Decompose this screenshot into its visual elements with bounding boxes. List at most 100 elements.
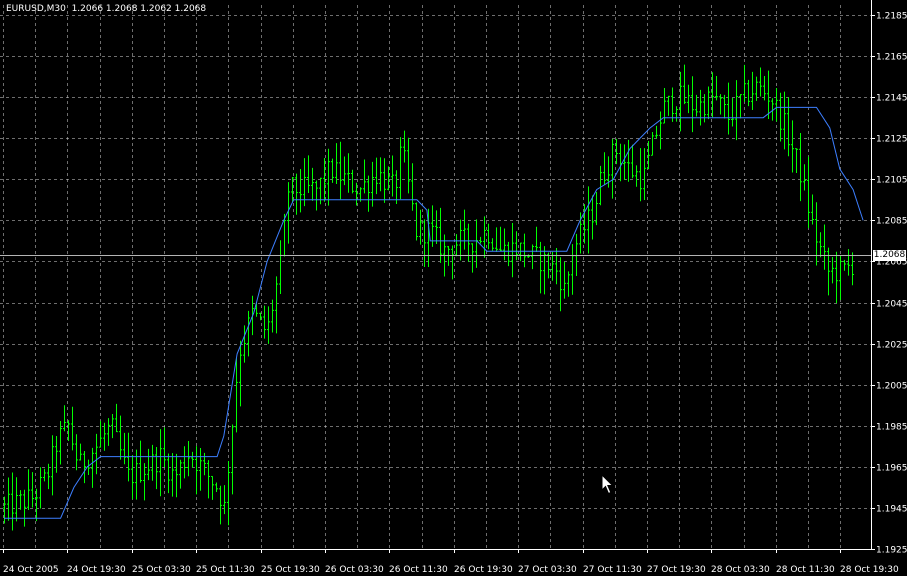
- price-bar: [459, 219, 462, 261]
- price-bar: [747, 79, 750, 107]
- price-bar: [667, 95, 670, 116]
- price-bar: [491, 238, 494, 251]
- price-bar: [167, 453, 170, 494]
- price-bar: [419, 209, 422, 245]
- price-bar: [83, 450, 86, 484]
- price-bar: [767, 70, 770, 119]
- price-bar: [463, 209, 466, 250]
- price-bar: [687, 84, 690, 114]
- price-bar: [743, 64, 746, 102]
- price-bar: [499, 226, 502, 252]
- price-bar: [135, 449, 138, 500]
- ohlc-values: 1.2066 1.2068 1.2062 1.2068: [71, 4, 207, 14]
- price-bar: [655, 125, 658, 139]
- price-bar: [415, 202, 418, 241]
- price-bar: [611, 139, 614, 199]
- price-label: 1.2025: [876, 341, 907, 351]
- price-label: 1.2125: [876, 135, 907, 145]
- price-bar: [7, 477, 10, 521]
- price-chart[interactable]: 1.2185 1.2165 1.2145 1.2125 1.2105 1.2085 1.20…: [0, 0, 907, 576]
- price-bar: [791, 120, 794, 173]
- price-bar: [671, 87, 674, 122]
- price-bar: [299, 169, 302, 213]
- price-bar: [31, 472, 34, 508]
- time-label: 26 Oct 03:30: [325, 565, 384, 575]
- price-bar: [567, 271, 570, 297]
- price-axis-labels: 1.2185 1.2165 1.2145 1.2125 1.2105 1.2085 1.20…: [876, 12, 907, 556]
- price-bar: [843, 259, 846, 271]
- price-bar: [651, 132, 654, 156]
- price-bar: [735, 80, 738, 141]
- price-bar: [243, 325, 246, 363]
- time-label: 27 Oct 11:30: [583, 565, 642, 575]
- price-bars: [3, 64, 854, 531]
- price-bar: [211, 475, 214, 500]
- price-bar: [383, 158, 386, 203]
- price-bar: [475, 219, 478, 268]
- price-bar: [439, 207, 442, 263]
- price-bar: [215, 482, 218, 493]
- price-bar: [547, 252, 550, 279]
- price-bar: [219, 485, 222, 525]
- price-bar: [71, 406, 74, 451]
- time-label: 24 Oct 19:30: [67, 565, 126, 575]
- time-label: 25 Oct 03:30: [132, 565, 191, 575]
- price-bar: [263, 305, 266, 339]
- chart-info: EURUSD,M30 1.2066 1.2068 1.2062 1.2068: [6, 4, 206, 14]
- price-bar: [759, 67, 762, 97]
- time-label: 28 Oct 19:30: [840, 565, 899, 575]
- price-bar: [795, 148, 798, 173]
- price-bar: [511, 222, 514, 278]
- price-bar: [59, 420, 62, 465]
- price-bar: [731, 97, 734, 127]
- price-bar: [235, 358, 238, 433]
- price-bar: [435, 210, 438, 244]
- price-bar: [423, 219, 426, 268]
- price-bar: [467, 223, 470, 262]
- price-bar: [787, 97, 790, 157]
- price-bar: [131, 455, 134, 500]
- price-bar: [123, 432, 126, 465]
- time-label: 25 Oct 19:30: [261, 565, 320, 575]
- price-bar: [307, 155, 310, 193]
- price-bar: [79, 443, 82, 461]
- price-bar: [831, 256, 834, 284]
- price-bar: [847, 249, 850, 276]
- price-bar: [707, 86, 710, 120]
- price-bar: [151, 444, 154, 481]
- price-bar: [599, 165, 602, 206]
- price-bar: [327, 148, 330, 206]
- price-bar: [91, 447, 94, 488]
- price-bar: [531, 244, 534, 270]
- price-bar: [835, 251, 838, 304]
- price-bar: [43, 468, 46, 482]
- price-label: 1.2145: [876, 94, 907, 104]
- time-label: 26 Oct 19:30: [454, 565, 513, 575]
- price-bar: [619, 143, 622, 182]
- price-bar: [107, 418, 110, 446]
- price-bar: [539, 241, 542, 294]
- price-bar: [239, 340, 242, 407]
- price-bar: [675, 106, 678, 122]
- price-bar: [315, 180, 318, 211]
- price-bar: [851, 252, 854, 286]
- price-bar: [367, 175, 370, 212]
- price-bar: [751, 71, 754, 111]
- price-bar: [119, 415, 122, 460]
- price-bar: [19, 490, 22, 510]
- time-label: 25 Oct 11:30: [196, 565, 255, 575]
- price-bar: [159, 429, 162, 497]
- symbol-label: EURUSD,M30: [6, 4, 66, 14]
- price-bar: [187, 441, 190, 477]
- price-bar: [179, 459, 182, 489]
- price-bar: [275, 276, 278, 334]
- price-bar: [347, 153, 350, 193]
- price-bar: [483, 216, 486, 258]
- chart-window[interactable]: 1.2185 1.2165 1.2145 1.2125 1.2105 1.2085 1.20…: [0, 0, 907, 576]
- price-bar: [775, 88, 778, 122]
- price-bar: [391, 155, 394, 197]
- price-bar: [623, 144, 626, 180]
- price-bar: [591, 195, 594, 240]
- price-bar: [403, 130, 406, 163]
- time-label: 28 Oct 11:30: [776, 565, 835, 575]
